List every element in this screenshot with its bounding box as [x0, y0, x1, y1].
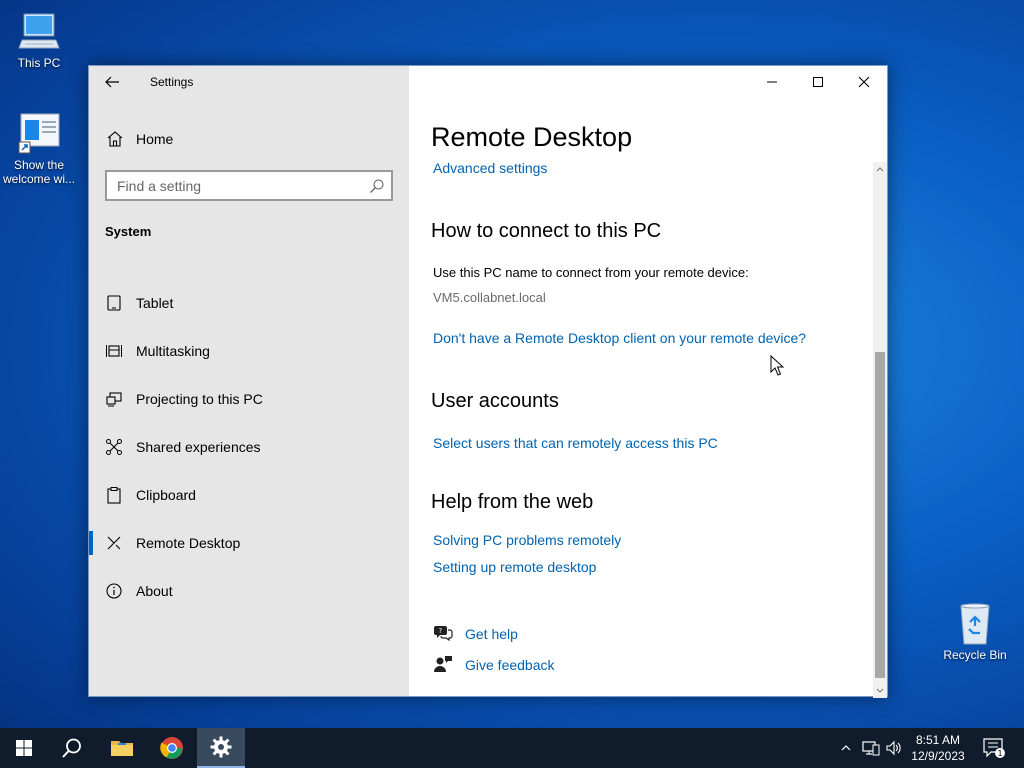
- gear-icon: [210, 736, 232, 758]
- desktop-icon-label: Recycle Bin: [943, 648, 1007, 662]
- clock-date: 12/9/2023: [911, 749, 965, 763]
- select-users-link[interactable]: Select users that can remotely access th…: [433, 435, 718, 451]
- connect-description: Use this PC name to connect from your re…: [433, 265, 749, 280]
- back-arrow-icon: [105, 76, 119, 88]
- network-icon: [862, 741, 880, 756]
- settings-content: Remote Desktop Advanced settings How to …: [409, 66, 887, 698]
- give-feedback-link[interactable]: Give feedback: [465, 657, 555, 673]
- welcome-shortcut-icon: [17, 112, 61, 156]
- projecting-icon: [105, 390, 123, 408]
- help-link-setting-up[interactable]: Setting up remote desktop: [433, 559, 596, 575]
- tablet-icon: [105, 294, 123, 312]
- app-title: Settings: [150, 75, 194, 89]
- scroll-down-icon[interactable]: [875, 686, 885, 696]
- notification-count: 1: [997, 749, 1002, 758]
- show-hidden-icons-button[interactable]: [836, 728, 856, 768]
- taskbar: 8:51 AM 12/9/2023 1: [0, 728, 1024, 768]
- page-title: Remote Desktop: [431, 122, 633, 152]
- svg-text:?: ?: [439, 627, 443, 635]
- feedback-icon: [433, 655, 453, 678]
- help-link-solving-problems[interactable]: Solving PC problems remotely: [433, 532, 621, 548]
- desktop-icon-label: This PC: [17, 56, 61, 70]
- window-controls: [749, 66, 887, 98]
- clipboard-icon: [105, 486, 123, 504]
- desktop-icon-recycle-bin[interactable]: Recycle Bin: [937, 602, 1013, 662]
- sidebar-item-multitasking[interactable]: Multitasking: [89, 331, 409, 371]
- sidebar-item-about[interactable]: About: [89, 571, 409, 611]
- section-title: System: [105, 224, 152, 239]
- desktop-icon-welcome[interactable]: Show the welcome wi...: [1, 112, 77, 186]
- action-center-button[interactable]: 1: [980, 728, 1008, 768]
- taskbar-clock[interactable]: 8:51 AM 12/9/2023: [905, 732, 971, 764]
- sidebar-item-label: Shared experiences: [136, 439, 261, 455]
- desktop-icon-this-pc[interactable]: This PC: [1, 10, 77, 70]
- title-bar[interactable]: Settings: [89, 66, 409, 98]
- windows-logo-icon: [16, 740, 32, 756]
- settings-taskbar-button[interactable]: [197, 728, 245, 768]
- pc-name: VM5.collabnet.local: [433, 290, 546, 305]
- settings-sidebar: Settings Home Find a setting System Tabl…: [89, 66, 409, 696]
- sidebar-item-projecting[interactable]: Projecting to this PC: [89, 379, 409, 419]
- get-help-row[interactable]: ? Get help: [433, 624, 633, 644]
- help-web-heading: Help from the web: [431, 491, 594, 513]
- maximize-button[interactable]: [795, 66, 841, 98]
- mouse-cursor-icon: [770, 355, 784, 376]
- back-button[interactable]: [101, 72, 123, 92]
- get-help-link[interactable]: Get help: [465, 626, 518, 642]
- search-taskbar-button[interactable]: [48, 728, 96, 768]
- sidebar-item-label: About: [136, 583, 173, 599]
- sidebar-item-label: Remote Desktop: [136, 535, 241, 551]
- minimize-icon: [767, 81, 777, 83]
- advanced-settings-link[interactable]: Advanced settings: [433, 160, 547, 176]
- sidebar-item-shared-experiences[interactable]: Shared experiences: [89, 427, 409, 467]
- search-input[interactable]: Find a setting: [105, 170, 393, 201]
- desktop-icon-label: Show the welcome wi...: [2, 158, 76, 186]
- shared-experiences-icon: [105, 438, 123, 456]
- close-button[interactable]: [841, 66, 887, 98]
- minimize-button[interactable]: [749, 66, 795, 98]
- folder-icon: [111, 741, 133, 756]
- multitasking-icon: [105, 342, 123, 360]
- remote-desktop-icon: [105, 534, 123, 552]
- sidebar-item-label: Tablet: [136, 295, 174, 311]
- scrollbar-thumb[interactable]: [875, 352, 885, 678]
- chrome-icon: [160, 737, 183, 759]
- search-icon: [62, 738, 81, 758]
- info-icon: [105, 582, 123, 600]
- home-icon: [106, 130, 124, 153]
- notification-icon: 1: [983, 738, 1005, 758]
- sidebar-item-label: Clipboard: [136, 487, 196, 503]
- network-button[interactable]: [860, 728, 882, 768]
- sidebar-item-label: Multitasking: [136, 343, 210, 359]
- close-icon: [858, 76, 870, 88]
- sidebar-item-clipboard[interactable]: Clipboard: [89, 475, 409, 515]
- maximize-icon: [813, 77, 823, 87]
- content-scrollbar[interactable]: [873, 162, 887, 698]
- computer-icon: [17, 10, 61, 54]
- scroll-up-icon[interactable]: [875, 164, 885, 174]
- active-indicator: [89, 531, 93, 555]
- clock-time: 8:51 AM: [915, 733, 961, 747]
- sidebar-item-label: Projecting to this PC: [136, 391, 263, 407]
- sidebar-item-label: Home: [136, 131, 174, 147]
- sidebar-item-home[interactable]: Home: [89, 124, 409, 154]
- search-placeholder: Find a setting: [117, 178, 202, 194]
- file-explorer-button[interactable]: [98, 728, 146, 768]
- give-feedback-row[interactable]: Give feedback: [433, 655, 633, 675]
- volume-button[interactable]: [884, 728, 904, 768]
- chevron-up-icon: [841, 745, 851, 751]
- chrome-button[interactable]: [148, 728, 196, 768]
- start-button[interactable]: [0, 728, 48, 768]
- connect-heading: How to connect to this PC: [431, 220, 662, 242]
- sidebar-item-remote-desktop[interactable]: Remote Desktop: [89, 523, 409, 563]
- get-help-icon: ?: [433, 624, 453, 647]
- settings-window: Settings Home Find a setting System Tabl…: [88, 65, 888, 698]
- remote-client-link[interactable]: Don't have a Remote Desktop client on yo…: [433, 330, 806, 346]
- search-icon[interactable]: [369, 178, 385, 199]
- user-accounts-heading: User accounts: [431, 390, 559, 412]
- sidebar-item-tablet[interactable]: Tablet: [89, 283, 409, 323]
- speaker-icon: [886, 740, 901, 756]
- recycle-bin-icon: [953, 602, 997, 646]
